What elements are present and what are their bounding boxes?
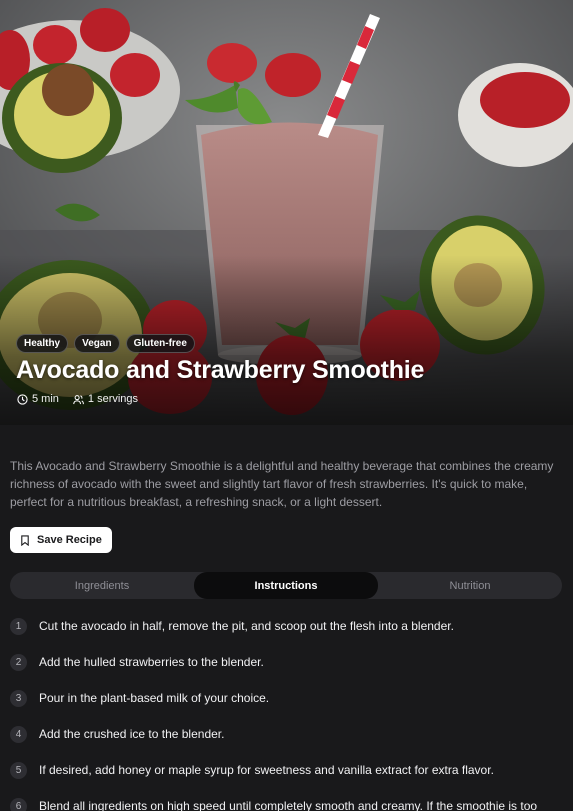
tab-nutrition[interactable]: Nutrition (378, 572, 562, 599)
users-icon (73, 394, 84, 404)
tag-list: Healthy Vegan Gluten-free (16, 334, 195, 353)
list-item: 1 Cut the avocado in half, remove the pi… (10, 617, 565, 653)
save-recipe-label: Save Recipe (37, 534, 102, 546)
bookmark-icon (21, 534, 29, 546)
step-text: If desired, add honey or maple syrup for… (39, 763, 494, 777)
instruction-list: 1 Cut the avocado in half, remove the pi… (10, 617, 565, 811)
recipe-description: This Avocado and Strawberry Smoothie is … (10, 459, 554, 509)
tag-vegan: Vegan (74, 334, 120, 353)
step-text: Blend all ingredients on high speed unti… (39, 799, 538, 811)
step-number: 6 (10, 798, 27, 811)
tab-instructions[interactable]: Instructions (194, 572, 378, 599)
servings-value: 1 servings (87, 393, 139, 405)
prep-time-value: 5 min (32, 393, 59, 405)
hero-image: Healthy Vegan Gluten-free Avocado and St… (0, 0, 573, 425)
save-recipe-button[interactable]: Save Recipe (10, 527, 112, 553)
step-number: 3 (10, 690, 27, 707)
step-number: 4 (10, 726, 27, 743)
step-number: 1 (10, 618, 27, 635)
recipe-meta: 5 min 1 servings (17, 393, 138, 405)
list-item: 6 Blend all ingredients on high speed un… (10, 797, 565, 811)
step-number: 5 (10, 762, 27, 779)
tab-ingredients[interactable]: Ingredients (10, 572, 194, 599)
step-number: 2 (10, 654, 27, 671)
list-item: 3 Pour in the plant-based milk of your c… (10, 689, 565, 725)
clock-icon (17, 393, 28, 405)
step-text: Pour in the plant-based milk of your cho… (39, 691, 270, 705)
recipe-tabs: Ingredients Instructions Nutrition (10, 572, 562, 599)
step-text: Add the hulled strawberries to the blend… (39, 655, 264, 669)
list-item: 4 Add the crushed ice to the blender. (10, 725, 565, 761)
list-item: 2 Add the hulled strawberries to the ble… (10, 653, 565, 689)
step-text: Add the crushed ice to the blender. (39, 727, 225, 741)
tag-healthy: Healthy (16, 334, 69, 353)
list-item: 5 If desired, add honey or maple syrup f… (10, 761, 565, 797)
servings: 1 servings (73, 393, 138, 405)
step-text: Cut the avocado in half, remove the pit,… (39, 619, 454, 633)
recipe-title: Avocado and Strawberry Smoothie (16, 356, 425, 384)
prep-time: 5 min (17, 393, 59, 405)
tag-gluten-free: Gluten-free (125, 334, 195, 353)
